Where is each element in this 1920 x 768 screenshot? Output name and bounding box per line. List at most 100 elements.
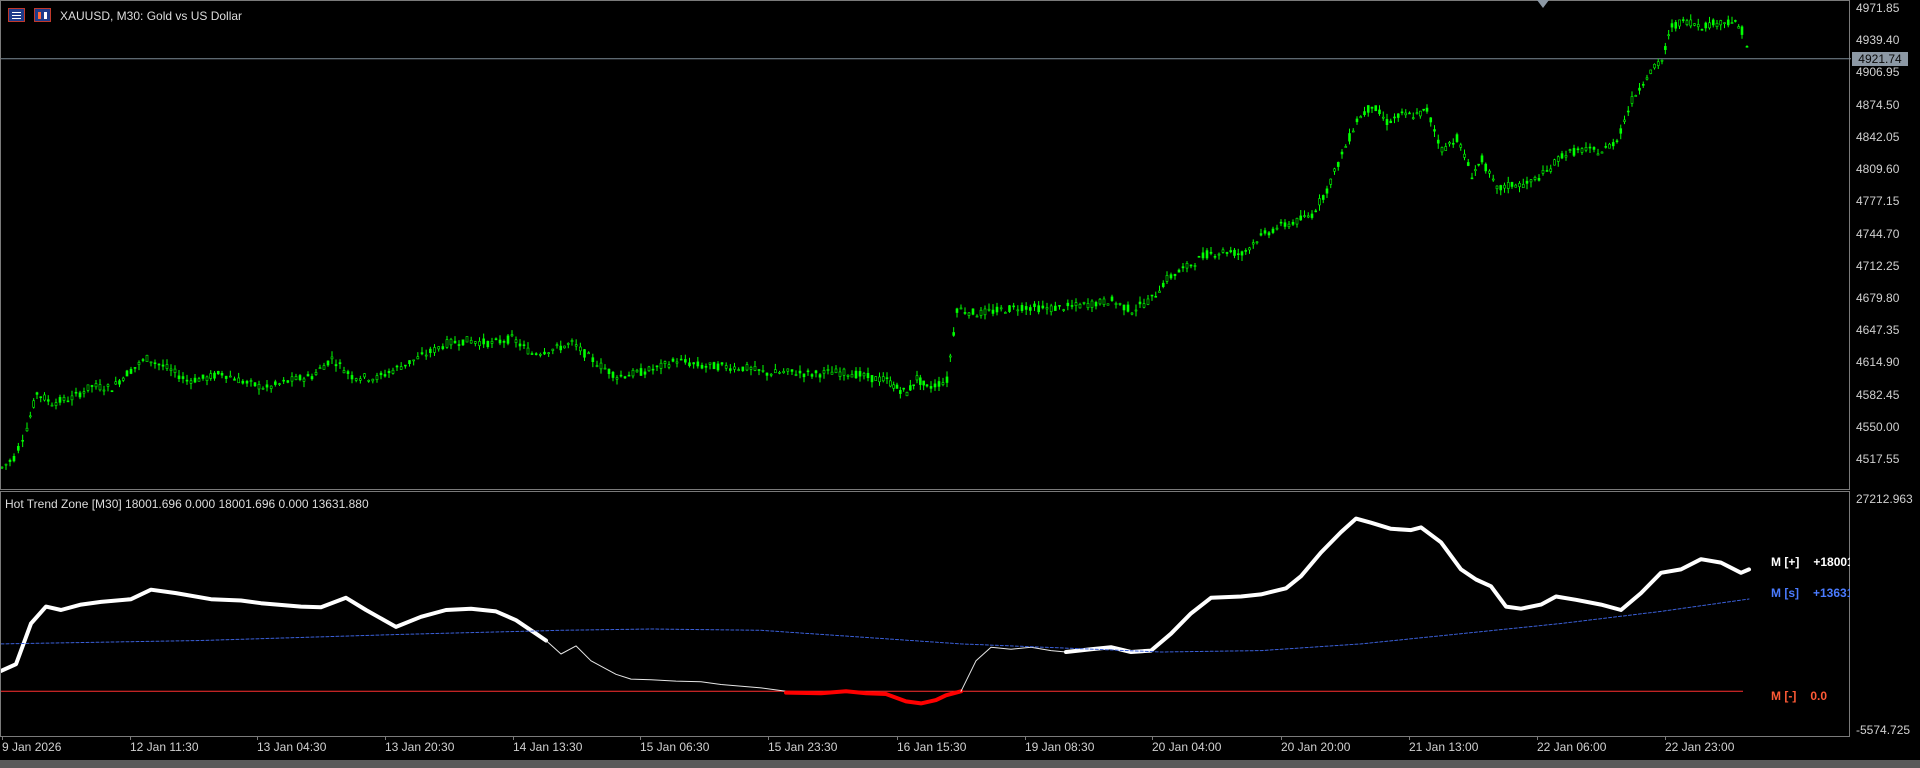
- candle-body: [1020, 305, 1024, 311]
- candle-body: [1378, 109, 1381, 115]
- candle-body: [1488, 170, 1491, 174]
- candle-body: [149, 361, 153, 364]
- candle-body: [1448, 142, 1451, 145]
- candle-body: [1054, 305, 1057, 311]
- candle-body: [1299, 215, 1303, 221]
- candle-body: [298, 375, 302, 381]
- candle-body: [627, 374, 631, 377]
- candle-body: [1229, 250, 1233, 253]
- candle-body: [716, 363, 720, 371]
- candle-body: [1740, 26, 1744, 35]
- legend-item: M [-] 0.0: [1771, 689, 1850, 703]
- candle-body: [1049, 305, 1053, 312]
- candle-body: [1592, 147, 1596, 150]
- candle-body: [514, 339, 518, 343]
- candle-body: [245, 380, 249, 384]
- candle-body: [639, 368, 643, 376]
- candle-body: [185, 379, 189, 382]
- candle-body: [1213, 256, 1217, 258]
- candle-body: [941, 382, 945, 385]
- candle-body: [1161, 282, 1165, 287]
- candle-body: [1653, 63, 1656, 69]
- candle-body: [579, 346, 582, 352]
- time-axis-tick: [640, 737, 641, 740]
- candle-body: [688, 362, 691, 367]
- candle-body: [1649, 69, 1653, 74]
- time-axis-label: 19 Jan 08:30: [1025, 740, 1095, 754]
- candle-body: [991, 309, 995, 314]
- candle-body: [874, 376, 878, 381]
- candle-body: [1696, 24, 1700, 28]
- candle-body: [1667, 34, 1670, 37]
- indicator-pane[interactable]: [0, 491, 1850, 737]
- candle-body: [1279, 221, 1283, 224]
- candle-body: [1118, 303, 1122, 305]
- indicator-series-m: [1, 587, 548, 673]
- candle-body: [249, 380, 253, 382]
- candle-body: [1514, 184, 1518, 188]
- price-chart-pane[interactable]: [0, 0, 1851, 491]
- candle-body: [1225, 252, 1229, 254]
- symbol-info-icon[interactable]: [34, 8, 51, 22]
- candle-body: [885, 377, 889, 379]
- candle-body: [1693, 23, 1696, 26]
- candle-body: [437, 346, 440, 350]
- candle-body: [1126, 304, 1130, 312]
- candle-body: [1600, 151, 1604, 154]
- time-axis-tick: [1665, 737, 1666, 740]
- candle-body: [1348, 133, 1351, 142]
- candle-body: [522, 344, 526, 347]
- candle-body: [429, 348, 432, 353]
- candle-body: [1436, 139, 1440, 144]
- candle-body: [635, 369, 639, 373]
- candle-body: [1604, 146, 1608, 148]
- price-axis-label: 4582.45: [1856, 387, 1900, 402]
- indicator-title: Hot Trend Zone [M30] 18001.696 0.000 180…: [5, 497, 369, 511]
- legend-item: M [s] +13631.880: [1771, 586, 1850, 600]
- time-axis-tick: [513, 737, 514, 740]
- candle-body: [21, 439, 24, 442]
- candle-body: [233, 378, 236, 381]
- candle-body: [1263, 230, 1267, 234]
- candle-body: [1181, 266, 1185, 269]
- candle-body: [1723, 22, 1726, 25]
- candle-body: [526, 347, 530, 355]
- price-chart-canvas[interactable]: [1, 1, 1851, 491]
- candle-body: [671, 358, 675, 362]
- indicator-series-thin: [960, 646, 1067, 692]
- chart-list-icon[interactable]: [8, 8, 25, 22]
- candle-body: [778, 372, 781, 374]
- candle-body: [912, 384, 915, 387]
- legend-value: +18001.696: [1813, 555, 1850, 569]
- candle-body: [922, 380, 925, 386]
- candle-body: [1634, 95, 1638, 97]
- candle-body: [826, 369, 830, 371]
- candle-body: [729, 368, 732, 371]
- candle-body: [346, 371, 350, 374]
- candle-body: [465, 336, 469, 343]
- candle-body: [39, 396, 43, 398]
- chart-shift-marker-icon[interactable]: [1537, 0, 1549, 8]
- candle-body: [1685, 20, 1689, 25]
- candle-body: [1248, 247, 1251, 251]
- candle-body: [905, 391, 909, 397]
- candle-body: [1029, 307, 1032, 311]
- candle-body: [753, 366, 757, 371]
- candle-body: [157, 363, 161, 366]
- candle-body: [383, 374, 387, 377]
- candle-body: [757, 369, 761, 371]
- time-axis-label: 22 Jan 23:00: [1665, 740, 1735, 754]
- candle-body: [29, 415, 32, 418]
- candle-body: [623, 376, 627, 379]
- candle-body: [999, 307, 1003, 310]
- legend-label: M [+]: [1771, 555, 1800, 569]
- time-axis-tick: [1281, 737, 1282, 740]
- candle-body: [846, 374, 850, 377]
- candle-body: [1138, 301, 1142, 305]
- indicator-canvas[interactable]: [1, 492, 1851, 738]
- candle-body: [1045, 307, 1049, 310]
- candle-body: [114, 381, 118, 385]
- candle-body: [1470, 177, 1474, 180]
- candle-body: [1734, 20, 1737, 22]
- candle-body: [987, 308, 991, 311]
